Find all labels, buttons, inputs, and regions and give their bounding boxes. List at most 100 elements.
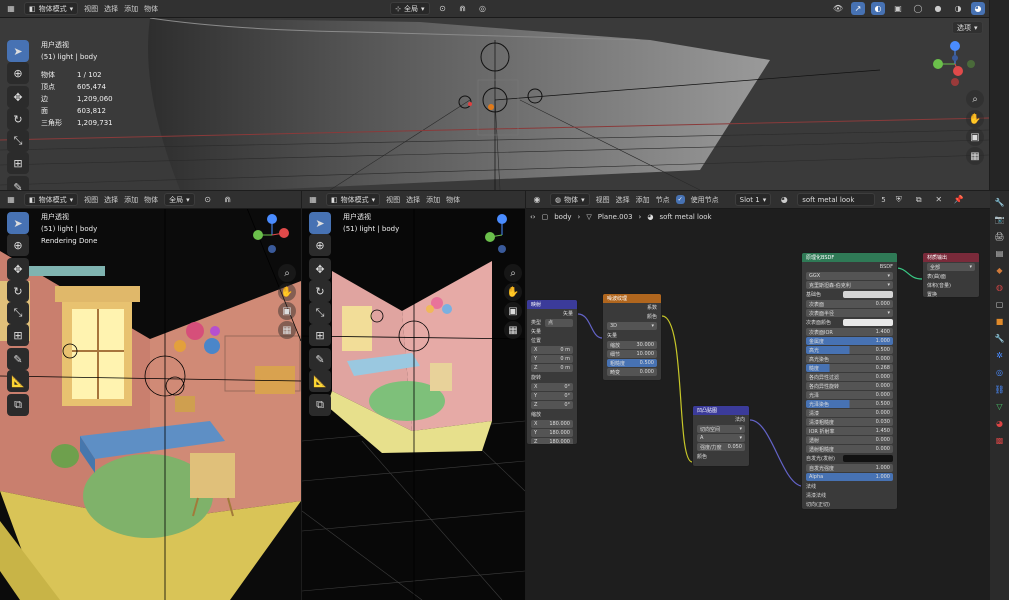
rotate-tool-button[interactable]: ↻ [7,108,29,130]
specular-tint-field[interactable]: 高光染色 0.000 [806,355,893,363]
pan-hand-icon[interactable]: ✋ [504,283,522,301]
noise-texture-node[interactable]: 噪波纹理 系数 颜色 3D ▾ 矢量 缩放 30.000 细节 10.000 粗糙度 0… [602,293,662,381]
cursor-tool-button[interactable]: ⊕ [7,62,29,84]
add-cube-tool-button[interactable]: ⧉ [7,394,29,416]
pan-hand-icon[interactable]: ✋ [966,110,984,128]
emission-color-swatch[interactable] [843,455,893,462]
sheen-tint-field[interactable]: 光泽染色 0.500 [806,400,893,408]
menu-node[interactable]: 节点 [656,195,670,205]
cursor-tool-button[interactable]: ⊕ [7,234,29,256]
material-sphere-icon[interactable]: ◕ [777,193,791,206]
menu-select[interactable]: 选择 [616,195,630,205]
shader-type-dropdown[interactable]: ◍ 物体 ▾ [550,193,590,206]
menu-object[interactable]: 物体 [446,195,460,205]
metallic-field[interactable]: 金属度 1.000 [806,337,893,345]
mode-dropdown[interactable]: ◧ 物体模式 ▾ [326,193,381,206]
menu-select[interactable]: 选择 [104,4,118,14]
rotate-tool-button[interactable]: ↻ [309,280,331,302]
shading-wireframe-icon[interactable]: ◯ [911,2,925,15]
roughness-field[interactable]: 糙度 0.268 [806,364,893,372]
noise-scale-field[interactable]: 缩放 30.000 [607,341,657,349]
user-count[interactable]: 5 [881,196,885,204]
annotate-tool-button[interactable]: ✎ [7,176,29,190]
middle-viewport[interactable]: ▦ ◧ 物体模式 ▾ 视图 选择 添加 物体 ➤ ⊕ ✥ ↻ ⤡ ⊞ ✎ 📐 ⧉ 用… [302,191,525,600]
physics-properties-icon[interactable]: ◎ [994,366,1006,378]
snap-icon[interactable]: ⋒ [221,193,235,206]
menu-add[interactable]: 添加 [124,195,138,205]
subsurface-method-dropdown[interactable]: 克里斯坦森-伯克利 ▾ [806,281,893,289]
transmission-roughness-field[interactable]: 透射粗糙度 0.000 [806,445,893,453]
shading-solid-icon[interactable]: ● [931,2,945,15]
collapse-toggle-icon[interactable]: ‹› [530,213,536,221]
sheen-field[interactable]: 光泽 0.000 [806,391,893,399]
duplicate-icon[interactable]: ⧉ [912,193,926,206]
navigation-gizmo[interactable] [928,38,978,90]
navigation-gizmo[interactable] [250,211,296,259]
move-tool-button[interactable]: ✥ [309,258,331,280]
camera-icon[interactable]: ▣ [966,128,984,146]
data-properties-icon[interactable]: ▽ [994,400,1006,412]
left-viewport[interactable]: ▦ ◧ 物体模式 ▾ 视图 选择 添加 物体 全局 ▾ ⊙ ⋒ ➤ ⊕ ✥ ↻ ⤡ ⊞… [0,191,301,600]
mapping-node[interactable]: 映射 矢量 类型点 矢量 位置 X0 m Y0 m Z0 m 旋转 X 0° Y0… [526,299,578,445]
use-nodes-checkbox[interactable]: ✓ [675,195,685,204]
transform-tool-button[interactable]: ⊞ [7,324,29,346]
editor-type-icon[interactable]: ▦ [306,193,320,206]
proportional-edit-icon[interactable]: ◎ [476,2,490,15]
render-properties-icon[interactable]: 📷 [994,213,1006,225]
mode-dropdown[interactable]: ◧ 物体模式 ▾ [24,2,79,15]
scale-tool-button[interactable]: ⤡ [7,302,29,324]
grid-perspective-icon[interactable]: ▦ [278,321,296,339]
pin-icon[interactable]: 📌 [952,193,966,206]
zoom-icon[interactable]: ⌕ [278,264,296,282]
specular-field[interactable]: 高光 0.500 [806,346,893,354]
modifier-properties-icon[interactable]: 🔧 [994,332,1006,344]
move-tool-button[interactable]: ✥ [7,258,29,280]
shading-rendered-icon[interactable]: ◕ [971,2,985,15]
annotate-tool-button[interactable]: ✎ [7,348,29,370]
scale-tool-button[interactable]: ⤡ [309,302,331,324]
noise-distortion-field[interactable]: 畸变 0.000 [607,368,657,376]
options-dropdown[interactable]: 选项 ▾ [952,21,983,34]
xray-icon[interactable]: ▣ [891,2,905,15]
base-color-swatch[interactable] [843,291,893,298]
grid-perspective-icon[interactable]: ▦ [504,321,522,339]
clearcoat-field[interactable]: 清漆 0.000 [806,409,893,417]
menu-view[interactable]: 视图 [84,4,98,14]
subsurface-field[interactable]: 次表面 0.000 [806,300,893,308]
top-viewport[interactable]: ▦ ◧ 物体模式 ▾ 视图 选择 添加 物体 ⊹ 全局 ▾ ⊙ ⋒ ◎ 👁 ↗ ◐ ▣ … [0,0,989,190]
fake-user-shield-icon[interactable]: ⛨ [892,193,906,206]
subsurface-ior-field[interactable]: 次表面IOR 1.400 [806,328,893,336]
select-tool-button[interactable]: ➤ [7,40,29,62]
visibility-icon[interactable]: 👁 [831,2,845,15]
pivot-icon[interactable]: ⊙ [201,193,215,206]
bump-node[interactable]: 凹凸贴图 法向 切向空间 ▾ A ▾ 强度/力度 0.050 颜色 [692,405,750,467]
particles-properties-icon[interactable]: ✲ [994,349,1006,361]
scale-x-field[interactable]: X 180.000 [531,420,573,428]
clearcoat-roughness-field[interactable]: 清漆粗糙度 0.030 [806,418,893,426]
editor-type-icon[interactable]: ◉ [530,193,544,206]
transform-orientation-dropdown[interactable]: ⊹ 全局 ▾ [390,2,430,15]
menu-object[interactable]: 物体 [144,4,158,14]
alpha-field[interactable]: Alpha 1.000 [806,473,893,481]
material-properties-icon[interactable]: ◕ [994,417,1006,429]
subsurface-radius-field[interactable]: 次表面半径 ▾ [806,309,893,317]
distribution-dropdown[interactable]: GGX ▾ [806,272,893,280]
rotation-y-field[interactable]: Y 0° [531,392,573,400]
location-y-field[interactable]: Y0 m [531,355,573,363]
anisotropic-rotation-field[interactable]: 各向异性旋转 0.000 [806,382,893,390]
gizmo-toggle-icon[interactable]: ↗ [851,2,865,15]
measure-tool-button[interactable]: 📐 [309,370,331,392]
menu-object[interactable]: 物体 [144,195,158,205]
navigation-gizmo[interactable] [482,211,522,259]
principled-bsdf-node[interactable]: 原理化BSDF BSDF GGX ▾ 克里斯坦森-伯克利 ▾ 基础色 次表面 0.00… [801,252,898,510]
menu-view[interactable]: 视图 [84,195,98,205]
scene-properties-icon[interactable]: ◆ [994,264,1006,276]
scale-z-field[interactable]: Z 180.000 [531,438,573,444]
grid-perspective-icon[interactable]: ▦ [966,147,984,165]
output-target-dropdown[interactable]: 全部 ▾ [927,263,975,271]
object-properties-icon[interactable]: ■ [994,315,1006,327]
annotate-tool-button[interactable]: ✎ [309,348,331,370]
noise-roughness-field[interactable]: 粗糙度 0.500 [607,359,657,367]
subsurface-color-row[interactable]: 次表面颜色 [802,318,897,327]
menu-view[interactable]: 视图 [386,195,400,205]
